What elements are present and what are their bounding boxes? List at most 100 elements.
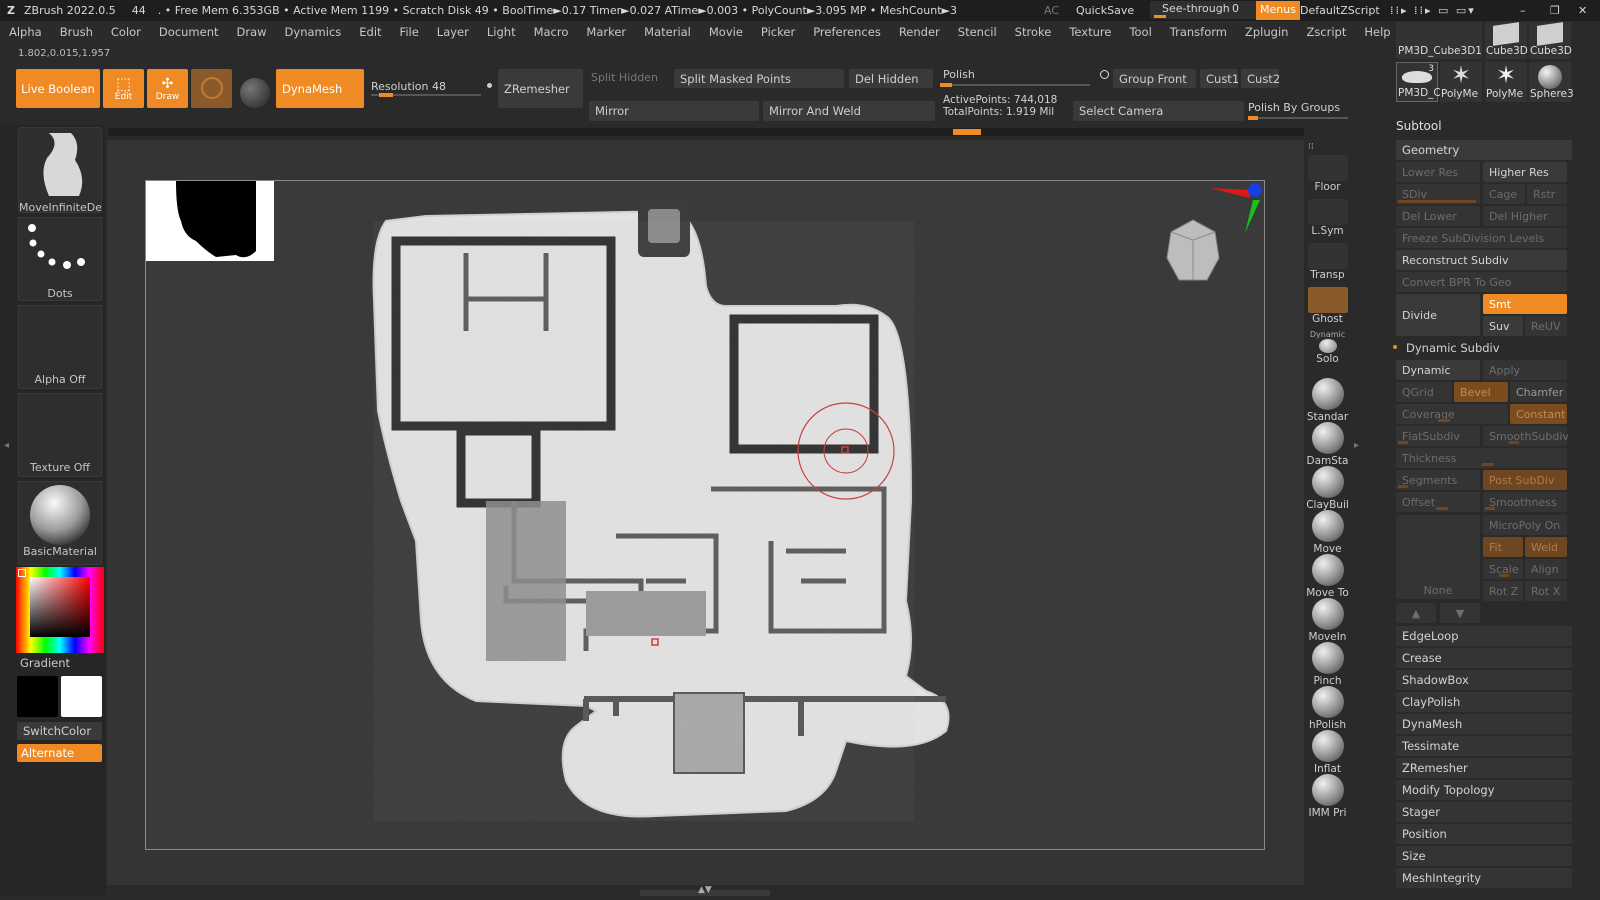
lower-res-button[interactable]: Lower Res (1396, 162, 1480, 182)
chamfer-toggle[interactable]: Chamfer (1510, 382, 1567, 402)
menu-render[interactable]: Render (890, 25, 949, 39)
menu-picker[interactable]: Picker (752, 25, 804, 39)
mirror-and-weld-button[interactable]: Mirror And Weld (763, 101, 935, 121)
main-color-swatch[interactable] (61, 676, 102, 717)
material-thumbnail[interactable]: BasicMaterial (18, 481, 102, 565)
tool-thumb-polymesh-2[interactable]: ✶ PolyMe (1485, 62, 1527, 102)
orientation-head-icon[interactable] (1163, 218, 1223, 288)
menu-macro[interactable]: Macro (525, 25, 578, 39)
zremesher-button[interactable]: ZRemesher (498, 69, 583, 108)
shelf-pinch[interactable]: Pinch (1305, 642, 1350, 687)
subtool-header[interactable]: Subtool (1396, 119, 1442, 133)
suv-toggle[interactable]: Suv (1483, 316, 1523, 336)
offset-slider[interactable]: Offset (1396, 492, 1480, 512)
right-collapse-icon[interactable]: ▸ (1354, 440, 1359, 451)
alternate-button[interactable]: Alternate (17, 744, 102, 762)
thickness-slider[interactable]: Thickness (1396, 448, 1567, 468)
menu-draw[interactable]: Draw (228, 25, 276, 39)
higher-res-button[interactable]: Higher Res (1483, 162, 1567, 182)
menu-stroke[interactable]: Stroke (1006, 25, 1061, 39)
dynamic-subdiv-header[interactable]: Dynamic Subdiv (1400, 338, 1570, 358)
smt-toggle[interactable]: Smt (1483, 294, 1567, 314)
shelf-movein[interactable]: MoveIn (1305, 598, 1350, 643)
apply-button[interactable]: Apply (1483, 360, 1567, 380)
shelf-claybuil[interactable]: ClayBuil (1305, 466, 1350, 511)
menu-file[interactable]: File (391, 25, 428, 39)
section-zremesher[interactable]: ZRemesher (1396, 758, 1572, 778)
menu-preferences[interactable]: Preferences (804, 25, 890, 39)
scale-icon[interactable] (240, 78, 270, 108)
polish-slider[interactable]: Polish (940, 68, 1110, 88)
color-square[interactable] (30, 577, 90, 637)
shelf-transp[interactable]: Transp (1305, 243, 1350, 281)
menu-brush[interactable]: Brush (51, 25, 102, 39)
draw-button[interactable]: ✣ Draw (147, 69, 188, 108)
brush-thumbnail[interactable]: MoveInfiniteDep (18, 127, 102, 214)
tool-thumb-pm3d-c[interactable]: 3 PM3D_C (1396, 62, 1441, 102)
menu-help[interactable]: Help (1355, 25, 1399, 39)
menu-zscript[interactable]: Zscript (1297, 25, 1355, 39)
scale-slider[interactable]: Scale (1483, 559, 1523, 579)
shelf-standar[interactable]: Standar (1305, 378, 1350, 423)
freeze-subdivision-button[interactable]: Freeze SubDivision Levels (1396, 228, 1567, 248)
menu-color[interactable]: Color (102, 25, 150, 39)
section-crease[interactable]: Crease (1396, 648, 1572, 668)
section-size[interactable]: Size (1396, 846, 1572, 866)
section-modify-topology[interactable]: Modify Topology (1396, 780, 1572, 800)
timeline-marker[interactable] (953, 129, 981, 135)
micropoly-toggle[interactable]: MicroPoly On (1483, 515, 1567, 535)
tool-thumb-cube3d-1[interactable]: Cube3D (1485, 22, 1528, 59)
tool-thumb-polymesh-1[interactable]: ✶ PolyMe (1440, 62, 1482, 102)
minimize-icon[interactable]: – (1520, 4, 1526, 17)
edit-button[interactable]: ⬚ Edit (103, 69, 144, 108)
section-dynamesh[interactable]: DynaMesh (1396, 714, 1572, 734)
shelf-hpolish[interactable]: hPolish (1305, 686, 1350, 731)
shelf-l-sym[interactable]: L.Sym (1305, 199, 1350, 237)
cust1-button[interactable]: Cust1 (1200, 69, 1239, 88)
shelf-move[interactable]: Move (1305, 510, 1350, 555)
section-tessimate[interactable]: Tessimate (1396, 736, 1572, 756)
section-edgeloop[interactable]: EdgeLoop (1396, 626, 1572, 646)
smoothsubdiv-slider[interactable]: SmoothSubdiv (1483, 426, 1569, 446)
shelf-move-to[interactable]: Move To (1305, 554, 1350, 599)
menu-transform[interactable]: Transform (1161, 25, 1236, 39)
split-hidden-button[interactable]: Split Hidden (591, 71, 671, 89)
menu-material[interactable]: Material (635, 25, 700, 39)
texture-thumbnail[interactable]: Texture Off (18, 393, 102, 477)
section-claypolish[interactable]: ClayPolish (1396, 692, 1572, 712)
ac-label[interactable]: AC (1044, 4, 1059, 17)
left-collapse-icon[interactable]: ◂ (4, 440, 10, 470)
menu-light[interactable]: Light (478, 25, 525, 39)
group-front-button[interactable]: Group Front (1113, 69, 1196, 88)
maximize-icon[interactable]: ❐ (1550, 4, 1560, 17)
rot-x-toggle[interactable]: Rot X (1525, 581, 1567, 601)
reconstruct-subdiv-button[interactable]: Reconstruct Subdiv (1396, 250, 1567, 270)
post-subdiv-toggle[interactable]: Post SubDiv (1483, 470, 1567, 490)
shelf-floor[interactable]: Floor (1305, 155, 1350, 193)
cust2-button[interactable]: Cust2 (1241, 69, 1280, 88)
shelf-ghost[interactable]: Ghost (1305, 287, 1350, 325)
reuv-button[interactable]: ReUV (1525, 316, 1567, 336)
navigator-thumbnail[interactable] (146, 181, 274, 261)
menu-zplugin[interactable]: Zplugin (1236, 25, 1297, 39)
menu-edit[interactable]: Edit (350, 25, 390, 39)
stroke-thumbnail[interactable]: Dots (18, 217, 102, 301)
menu-alpha[interactable]: Alpha (0, 25, 51, 39)
resolution-slider[interactable]: Resolution 48 (371, 80, 492, 100)
constant-toggle[interactable]: Constant (1510, 404, 1567, 424)
tool-thumb-pm3d-cube[interactable]: PM3D_Cube3D1 (1396, 22, 1482, 59)
cage-button[interactable]: Cage (1483, 184, 1525, 204)
del-hidden-button[interactable]: Del Hidden (849, 69, 933, 88)
menu-dynamics[interactable]: Dynamics (276, 25, 351, 39)
menu-texture[interactable]: Texture (1060, 25, 1120, 39)
del-higher-button[interactable]: Del Higher (1483, 206, 1567, 226)
alpha-thumbnail[interactable]: Alpha Off (18, 305, 102, 389)
bottom-tray-handle[interactable]: ▲▼ (640, 885, 770, 896)
section-stager[interactable]: Stager (1396, 802, 1572, 822)
geometry-header[interactable]: Geometry (1396, 140, 1572, 160)
rot-z-toggle[interactable]: Rot Z (1483, 581, 1523, 601)
segments-slider[interactable]: Segments (1396, 470, 1480, 490)
seethrough-slider[interactable]: See-through 0 (1150, 1, 1260, 19)
tool-thumb-sphere3d[interactable]: Sphere3 (1529, 62, 1574, 102)
document-frame[interactable] (145, 180, 1265, 850)
